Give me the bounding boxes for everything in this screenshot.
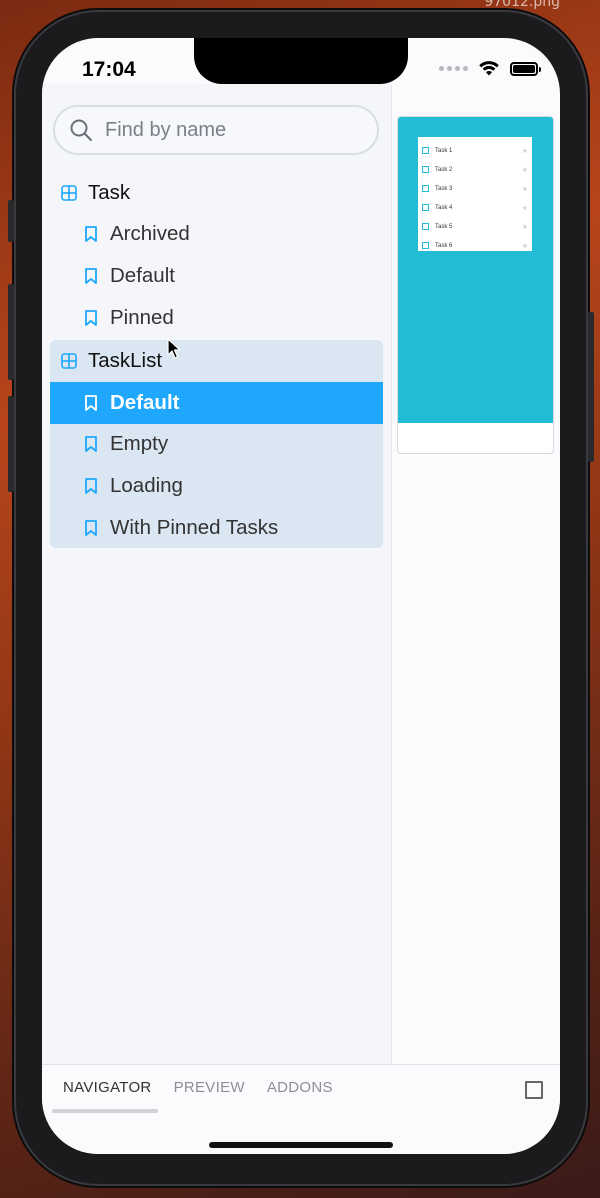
home-indicator — [209, 1142, 393, 1148]
star-icon: ★ — [521, 147, 528, 155]
component-grid-icon — [60, 352, 78, 370]
power-button — [588, 312, 594, 462]
preview-task-list: Task 1 ★ Task 2 ★ Task 3 ★ Task 4 ★ Task 5 ★ … — [418, 137, 532, 251]
silent-switch — [8, 200, 14, 242]
story-item-label: Default — [110, 263, 175, 287]
mouse-cursor-icon — [167, 338, 181, 359]
bookmark-icon — [82, 267, 100, 285]
bookmark-icon — [82, 477, 100, 495]
story-tree: Task Archived Default Pinned TaskList De… — [50, 172, 383, 549]
bookmark-icon — [82, 225, 100, 243]
story-item-empty[interactable]: Empty — [50, 424, 383, 466]
story-preview-thumbnail[interactable]: Task 1 ★ Task 2 ★ Task 3 ★ Task 4 ★ Task 5 ★ … — [397, 116, 554, 454]
volume-up-button — [8, 284, 14, 380]
tab-navigator[interactable]: NAVIGATOR — [52, 1079, 163, 1096]
preview-task-item: Task 1 ★ — [418, 141, 532, 160]
story-item-label: Empty — [110, 432, 169, 456]
preview-task-item: Task 4 ★ — [418, 198, 532, 217]
active-tab-indicator — [52, 1109, 158, 1113]
notch — [194, 38, 408, 84]
story-item-pinned[interactable]: Pinned — [50, 297, 383, 339]
checkbox-icon — [422, 204, 429, 211]
star-icon: ★ — [521, 242, 528, 250]
tab-list: NAVIGATOR PREVIEW ADDONS — [52, 1079, 344, 1096]
preview-task-item: Task 3 ★ — [418, 179, 532, 198]
checkbox-icon — [422, 185, 429, 192]
star-icon: ★ — [521, 204, 528, 212]
tree-item-tasklist[interactable]: TaskList — [50, 340, 383, 382]
bookmark-icon — [82, 435, 100, 453]
file-name-label: 97012.png — [484, 0, 560, 10]
search-icon — [70, 119, 92, 141]
bottom-tab-bar: NAVIGATOR PREVIEW ADDONS — [42, 1064, 560, 1154]
battery-icon — [510, 61, 541, 76]
bookmark-icon — [82, 519, 100, 537]
search-box[interactable] — [53, 105, 379, 155]
star-icon: ★ — [521, 185, 528, 193]
preview-task-item: Task 2 ★ — [418, 160, 532, 179]
checkbox-icon — [422, 242, 429, 249]
checkbox-icon — [422, 147, 429, 154]
wifi-icon — [479, 61, 499, 76]
bookmark-icon — [82, 309, 100, 327]
checkbox-icon — [422, 223, 429, 230]
story-item-default[interactable]: Default — [50, 255, 383, 297]
star-icon: ★ — [521, 166, 528, 174]
story-item-with-pinned-tasks[interactable]: With Pinned Tasks — [50, 507, 383, 549]
component-group-task: Task Archived Default Pinned — [50, 172, 383, 338]
sidebar-navigator: Task Archived Default — [42, 84, 392, 1064]
component-group-tasklist: TaskList Default Empty Loading With Pinn… — [50, 340, 383, 549]
preview-canvas: Task 1 ★ Task 2 ★ Task 3 ★ Task 4 ★ Task 5 ★ … — [398, 117, 553, 423]
tab-preview[interactable]: PREVIEW — [163, 1079, 256, 1096]
story-item-default-selected[interactable]: Default — [50, 381, 383, 424]
panel-toggle-icon[interactable] — [525, 1081, 543, 1099]
bookmark-icon — [82, 394, 100, 412]
search-input[interactable] — [103, 117, 367, 143]
status-time: 17:04 — [82, 58, 136, 81]
preview-task-item: Task 6 ★ — [418, 236, 532, 255]
story-item-archived[interactable]: Archived — [50, 214, 383, 256]
volume-down-button — [8, 396, 14, 492]
story-item-loading[interactable]: Loading — [50, 465, 383, 507]
story-item-label: Default — [110, 390, 180, 414]
component-grid-icon — [60, 184, 78, 202]
star-icon: ★ — [521, 223, 528, 231]
story-item-label: Archived — [110, 222, 190, 246]
checkbox-icon — [422, 166, 429, 173]
phone-screen: 17:04 Task — [42, 38, 560, 1154]
signal-icon — [439, 66, 468, 71]
story-item-label: With Pinned Tasks — [110, 515, 279, 539]
story-item-label: Pinned — [110, 305, 174, 329]
tab-addons[interactable]: ADDONS — [256, 1079, 344, 1096]
story-item-label: Loading — [110, 473, 183, 497]
tree-item-label: TaskList — [88, 349, 163, 373]
status-icons — [439, 60, 541, 77]
preview-task-item: Task 5 ★ — [418, 217, 532, 236]
tree-item-task[interactable]: Task — [50, 172, 383, 214]
tree-item-label: Task — [88, 180, 131, 204]
